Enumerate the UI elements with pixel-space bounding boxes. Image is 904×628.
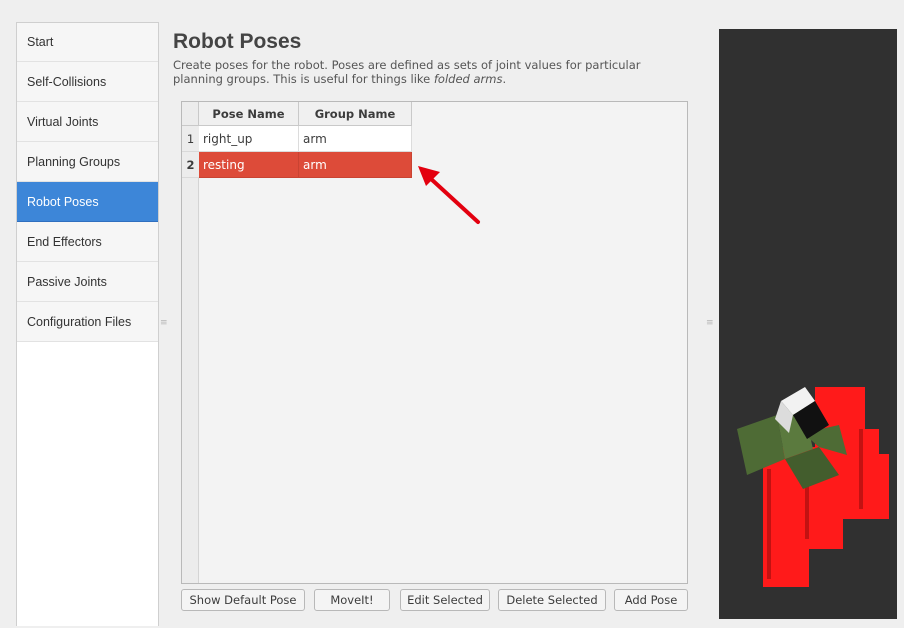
- sidebar-item-virtual-joints[interactable]: Virtual Joints: [17, 102, 158, 142]
- row-number[interactable]: 2: [182, 152, 199, 178]
- right-splitter-handle[interactable]: ≡: [706, 318, 714, 328]
- sidebar: Start Self-Collisions Virtual Joints Pla…: [16, 22, 159, 626]
- left-splitter-handle[interactable]: ≡: [160, 318, 168, 328]
- description-line-2: planning groups. This is useful for thin…: [173, 72, 693, 86]
- page-title: Robot Poses: [173, 30, 302, 53]
- column-header-pose-name[interactable]: Pose Name: [199, 102, 299, 126]
- sidebar-item-start[interactable]: Start: [17, 23, 158, 62]
- delete-selected-button[interactable]: Delete Selected: [498, 589, 606, 611]
- sidebar-item-planning-groups[interactable]: Planning Groups: [17, 142, 158, 182]
- pose-name-cell[interactable]: right_up: [199, 126, 299, 152]
- sidebar-item-passive-joints[interactable]: Passive Joints: [17, 262, 158, 302]
- description-line-1: Create poses for the robot. Poses are de…: [173, 58, 641, 72]
- column-header-group-name[interactable]: Group Name: [299, 102, 412, 126]
- sidebar-item-end-effectors[interactable]: End Effectors: [17, 222, 158, 262]
- group-name-cell[interactable]: arm: [299, 126, 412, 152]
- robot-3d-viewer[interactable]: [719, 29, 897, 619]
- sidebar-item-configuration-files[interactable]: Configuration Files: [17, 302, 158, 342]
- sidebar-item-self-collisions[interactable]: Self-Collisions: [17, 62, 158, 102]
- pose-name-cell[interactable]: resting: [199, 152, 299, 178]
- page-description: Create poses for the robot. Poses are de…: [173, 58, 693, 86]
- moveit-button[interactable]: MoveIt!: [314, 589, 390, 611]
- annotation-arrow-icon: [418, 166, 480, 224]
- row-number[interactable]: 1: [182, 126, 199, 152]
- add-pose-button[interactable]: Add Pose: [614, 589, 688, 611]
- show-default-pose-button[interactable]: Show Default Pose: [181, 589, 305, 611]
- description-suffix: .: [502, 72, 507, 86]
- description-prefix: planning groups. This is useful for thin…: [173, 72, 434, 86]
- group-name-cell[interactable]: arm: [299, 152, 412, 178]
- robot-model-icon: [737, 387, 889, 587]
- edit-selected-button[interactable]: Edit Selected: [400, 589, 490, 611]
- table-corner: [182, 102, 199, 126]
- description-emphasis: folded arms: [433, 72, 503, 86]
- sidebar-item-robot-poses[interactable]: Robot Poses: [17, 182, 158, 222]
